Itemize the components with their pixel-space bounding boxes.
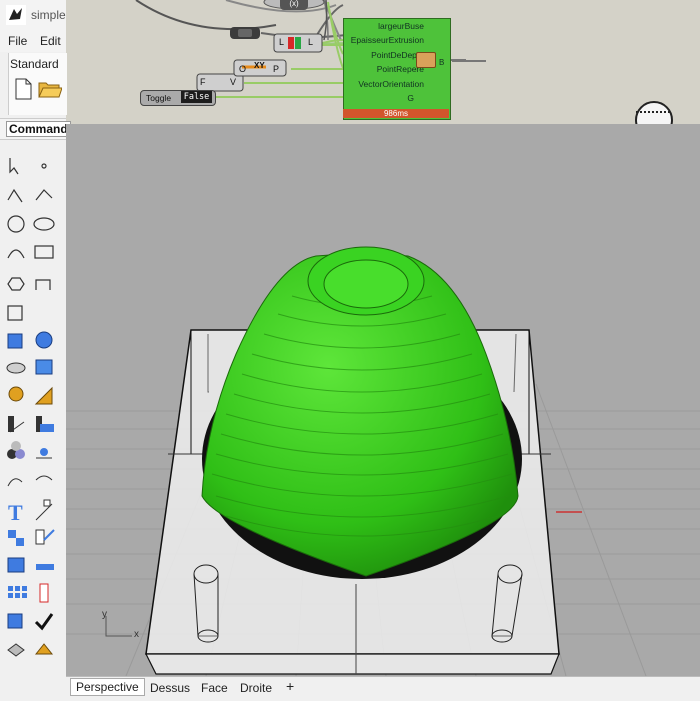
command-label[interactable]: Command xyxy=(6,121,71,137)
plus-icon[interactable]: + xyxy=(286,678,294,694)
axis-widget xyxy=(105,616,132,637)
toggle-value[interactable]: False xyxy=(181,91,212,103)
gh-execution-time: 986ms xyxy=(343,109,449,118)
svg-text:T: T xyxy=(8,500,23,525)
tab-dessus[interactable]: Dessus xyxy=(150,681,190,695)
menu-bar: File Edit xyxy=(0,32,66,52)
axis-y-label: y xyxy=(102,609,107,620)
gh-input-epaisseur[interactable]: EpaisseurExtrusion xyxy=(351,35,424,45)
svg-text:(x): (x) xyxy=(289,0,299,8)
new-document-icon[interactable] xyxy=(12,78,34,100)
standard-tab[interactable]: Standard xyxy=(10,57,59,71)
gh-xy-label: XY xyxy=(254,61,265,70)
gh-port-label: L xyxy=(308,37,314,47)
axis-x-label: x xyxy=(134,629,139,640)
package-icon xyxy=(416,52,436,68)
gh-input-g[interactable]: G xyxy=(407,93,414,103)
open-folder-icon[interactable] xyxy=(38,78,62,100)
toolbar-icons: T xyxy=(6,158,55,657)
gh-output-b[interactable]: B xyxy=(439,58,444,67)
tab-face[interactable]: Face xyxy=(201,681,228,695)
gh-port-label: L xyxy=(279,37,285,47)
gh-custom-component[interactable]: largeurBuse EpaisseurExtrusion PointDeDe… xyxy=(343,18,451,120)
viewport-scene xyxy=(66,246,700,676)
gh-port-label: O xyxy=(239,64,247,74)
viewport-tabs: Perspective Dessus Face Droite + xyxy=(66,676,700,701)
window-title: simple xyxy=(31,8,66,22)
gh-port-label: P xyxy=(273,64,280,74)
tab-perspective[interactable]: Perspective xyxy=(70,678,145,696)
gh-port-label: F xyxy=(200,77,206,87)
title-bar: simple xyxy=(0,0,66,33)
menu-file[interactable]: File xyxy=(8,34,27,48)
left-toolbar: T xyxy=(0,140,67,700)
tab-droite[interactable]: Droite xyxy=(240,681,272,695)
gh-input-vectororientation[interactable]: VectorOrientation xyxy=(358,79,424,89)
gh-port-label: V xyxy=(230,77,237,87)
gh-input-largeurbuse[interactable]: largeurBuse xyxy=(378,21,424,31)
toggle-label: Toggle xyxy=(146,93,172,103)
perspective-viewport[interactable]: y x xyxy=(66,124,700,676)
rhino-logo-icon xyxy=(6,5,26,25)
menu-edit[interactable]: Edit xyxy=(40,34,61,48)
